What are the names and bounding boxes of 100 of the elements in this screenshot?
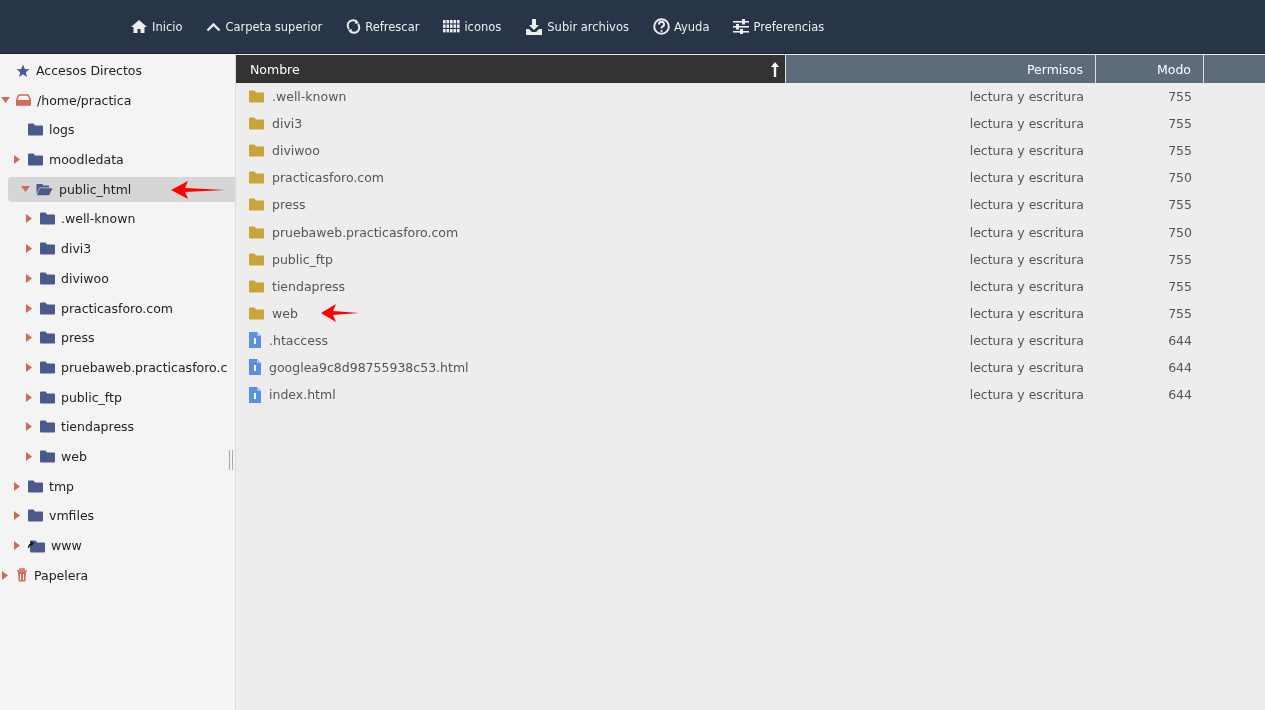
tree-item-label: .well-known [61, 211, 136, 227]
permissions-cell-text: lectura y escritura [968, 116, 1084, 132]
tree-item[interactable]: tiendapress [0, 414, 235, 440]
tree-item[interactable]: /home/practica [0, 87, 235, 113]
mode-cell-text: 755 [1167, 305, 1192, 321]
file-name: press [272, 197, 306, 213]
tree-item-label: pruebaweb.practicasforo.c [61, 359, 228, 375]
document-icon [249, 359, 261, 376]
resize-handle[interactable] [229, 450, 233, 470]
mode-cell-text: 644 [1167, 360, 1192, 375]
tree-item-label: press [61, 330, 95, 346]
file-name: googlea9c8d98755938c53.html [269, 360, 469, 375]
tree-item[interactable]: vmfiles [0, 503, 235, 529]
file-name: practicasforo.com [272, 170, 385, 186]
tree-item-label: public_html [59, 181, 132, 197]
tree-item[interactable]: public_ftp [0, 384, 235, 410]
file-name: divi3 [272, 116, 303, 132]
tree-item[interactable]: Accesos Directos [0, 58, 235, 83]
tree-item-label: www [51, 538, 82, 553]
tree-item-label: public_ftp [61, 389, 122, 405]
mode-cell-text: 750 [1167, 170, 1192, 186]
tree-item[interactable]: Papelera [0, 562, 235, 588]
folder-icon [28, 153, 43, 167]
file-row[interactable]: diviwoo lectura y escritura 755 [236, 137, 1265, 165]
tree-item[interactable]: www [0, 533, 235, 558]
tree-item[interactable]: press [0, 325, 235, 351]
toolbar-button[interactable]: Subir archivos [523, 16, 631, 37]
folder-icon [249, 144, 264, 158]
mode-cell-text: 755 [1167, 251, 1192, 267]
tree-item-label: vmfiles [49, 508, 95, 524]
tree-item[interactable]: diviwoo [0, 265, 235, 291]
document-icon [249, 386, 261, 403]
help-icon [652, 18, 670, 35]
folder-icon [40, 420, 55, 434]
file-row[interactable]: .well-known lectura y escritura 755 [236, 83, 1265, 111]
file-row[interactable]: googlea9c8d98755938c53.html lectura y escritura 644 [236, 353, 1265, 382]
file-row[interactable]: divi3 lectura y escritura 755 [236, 110, 1265, 138]
mode-cell-text: 644 [1167, 332, 1192, 348]
toolbar-button[interactable]: Inicio [128, 17, 185, 36]
tree-item-label: logs [49, 122, 75, 138]
permissions-cell-text: lectura y escritura [968, 224, 1084, 240]
mode-cell-text: 644 [1167, 387, 1192, 403]
toolbar-button[interactable]: Ayuda [650, 16, 712, 37]
header-bar [1204, 55, 1265, 83]
trash-icon [16, 568, 28, 583]
permissions-cell-text: lectura y escritura [968, 305, 1084, 321]
column-header[interactable]: Nombre [236, 55, 786, 83]
file-name: web [272, 305, 298, 321]
file-row[interactable]: .htaccess lectura y escritura 644 [236, 326, 1265, 354]
folder-icon [28, 479, 43, 493]
folder-icon [249, 306, 264, 320]
tree-item-label: tmp [49, 478, 74, 494]
folder-icon [249, 279, 264, 293]
toolbar-button[interactable]: Refrescar [344, 17, 422, 36]
tree-item[interactable]: web [0, 443, 235, 469]
permissions-cell-text: lectura y escritura [968, 89, 1084, 105]
folder-icon [249, 252, 264, 266]
folder-shortcut-icon [28, 538, 45, 553]
file-row[interactable]: practicasforo.com lectura y escritura 750 [236, 164, 1265, 192]
mode-cell-text: 755 [1167, 197, 1192, 213]
tree-item[interactable]: .well-known [0, 206, 235, 232]
toolbar-button[interactable]: iconos [441, 17, 504, 36]
file-row[interactable]: public_ftp lectura y escritura 755 [236, 245, 1265, 273]
tree-item[interactable]: pruebaweb.practicasforo.c [0, 354, 235, 380]
column-header[interactable]: Permisos [786, 55, 1096, 83]
permissions-cell-text: lectura y escritura [968, 251, 1084, 267]
download-tray-icon [525, 18, 544, 35]
home-icon [130, 19, 148, 34]
tree-item[interactable]: practicasforo.com [0, 295, 235, 321]
tree-item[interactable]: tmp [0, 473, 235, 499]
tree-item[interactable]: logs [0, 117, 235, 143]
permissions-cell-text: lectura y escritura [968, 360, 1084, 375]
tree-item[interactable]: public_html [8, 176, 235, 202]
folder-icon [40, 331, 55, 345]
folder-icon [249, 171, 264, 185]
tree-item-label: divi3 [61, 241, 92, 257]
mode-cell-text: 755 [1167, 278, 1192, 294]
tree-item-label: Accesos Directos [36, 63, 142, 78]
sort-arrow-icon [771, 61, 779, 77]
tree-item[interactable]: divi3 [0, 236, 235, 262]
toolbar-button[interactable]: Preferencias [731, 17, 827, 36]
file-name: tiendapress [272, 278, 346, 294]
mode-cell-text: 755 [1167, 89, 1192, 105]
folder-icon [249, 225, 264, 239]
file-row[interactable]: press lectura y escritura 755 [236, 191, 1265, 219]
folder-icon [40, 449, 55, 463]
column-header[interactable]: Modo [1096, 55, 1204, 83]
toolbar-button[interactable]: Carpeta superior [204, 17, 325, 36]
folder-icon [40, 271, 55, 285]
file-row[interactable]: index.html lectura y escritura 644 [236, 381, 1265, 409]
file-row[interactable]: pruebaweb.practicasforo.com lectura y escritura 750 [236, 218, 1265, 246]
file-name: public_ftp [272, 251, 333, 267]
folder-icon [40, 212, 55, 226]
file-row[interactable]: tiendapress lectura y escritura 755 [236, 272, 1265, 300]
mode-cell-text: 750 [1167, 224, 1192, 240]
star-icon [16, 63, 30, 78]
file-row[interactable]: web lectura y escritura 755 [236, 299, 1265, 327]
folder-icon [249, 90, 264, 104]
file-name: .htaccess [269, 332, 328, 348]
tree-item[interactable]: moodledata [0, 147, 235, 173]
